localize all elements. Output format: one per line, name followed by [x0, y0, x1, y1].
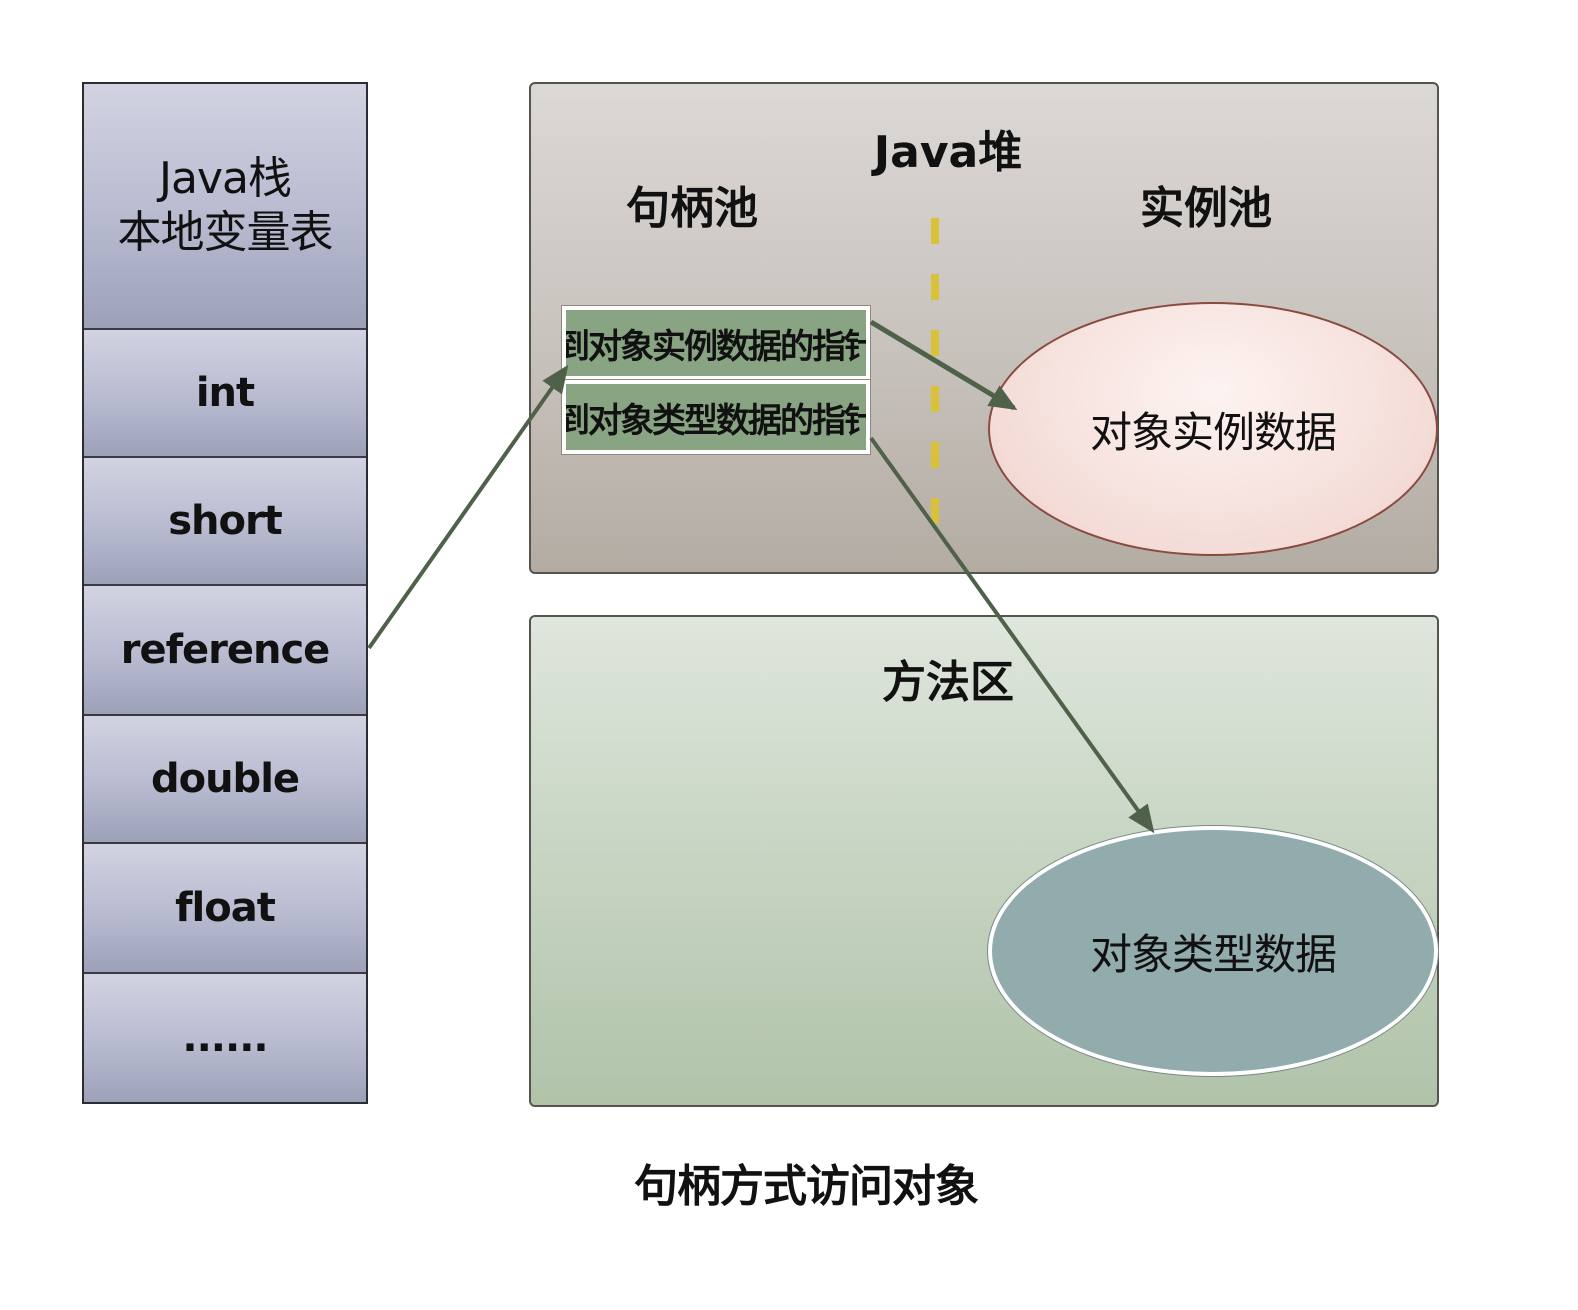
instance-data-pointer: 到对象实例数据的指针 — [562, 306, 870, 380]
stack-header: Java栈 本地变量表 — [84, 84, 366, 330]
stack-title: Java栈 — [159, 153, 292, 204]
stack-slot-float: float — [84, 844, 366, 974]
local-variable-table-label: 本地变量表 — [117, 207, 334, 258]
pool-divider — [931, 218, 939, 548]
object-type-data: 对象类型数据 — [988, 826, 1438, 1076]
stack-slot-double: double — [84, 716, 366, 844]
method-area-title: 方法区 — [882, 657, 1014, 708]
stack-slot-more: ...... — [84, 974, 366, 1102]
type-data-pointer: 到对象类型数据的指针 — [562, 380, 870, 454]
stack-slot-short: short — [84, 458, 366, 586]
java-heap-title: Java堆 — [873, 127, 1023, 178]
handle-pool-label: 句柄池 — [626, 183, 758, 234]
stack-slot-reference: reference — [84, 586, 366, 716]
java-stack: Java栈 本地变量表 int short reference double f… — [82, 82, 368, 1104]
stack-slot-int: int — [84, 330, 366, 458]
object-instance-data: 对象实例数据 — [988, 302, 1438, 556]
diagram-caption: 句柄方式访问对象 — [634, 1161, 979, 1212]
instance-pool-label: 实例池 — [1140, 183, 1272, 234]
